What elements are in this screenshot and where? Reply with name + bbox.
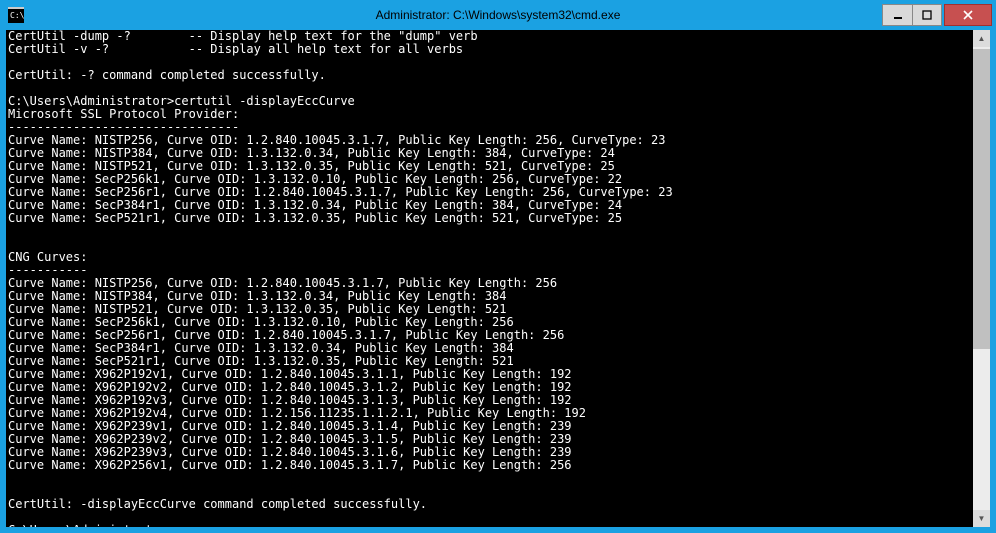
window-controls (882, 4, 992, 26)
vertical-scrollbar[interactable]: ▲ ▼ (973, 30, 990, 527)
scroll-thumb[interactable] (973, 49, 990, 349)
minimize-icon (893, 10, 903, 20)
console-output[interactable]: CertUtil -dump -? -- Display help text f… (6, 30, 973, 527)
maximize-button[interactable] (912, 4, 942, 26)
scroll-up-button[interactable]: ▲ (973, 30, 990, 47)
cmd-window: C:\ Administrator: C:\Windows\system32\c… (0, 0, 996, 533)
close-icon (962, 10, 974, 20)
scroll-track[interactable] (973, 47, 990, 510)
window-title: Administrator: C:\Windows\system32\cmd.e… (0, 8, 996, 22)
scroll-down-button[interactable]: ▼ (973, 510, 990, 527)
close-button[interactable] (944, 4, 992, 26)
svg-text:C:\: C:\ (10, 11, 24, 20)
client-area: CertUtil -dump -? -- Display help text f… (6, 30, 990, 527)
chevron-down-icon: ▼ (978, 514, 986, 523)
app-icon: C:\ (8, 7, 24, 23)
maximize-icon (922, 10, 932, 20)
minimize-button[interactable] (882, 4, 912, 26)
title-bar[interactable]: C:\ Administrator: C:\Windows\system32\c… (0, 0, 996, 30)
chevron-up-icon: ▲ (978, 34, 986, 43)
